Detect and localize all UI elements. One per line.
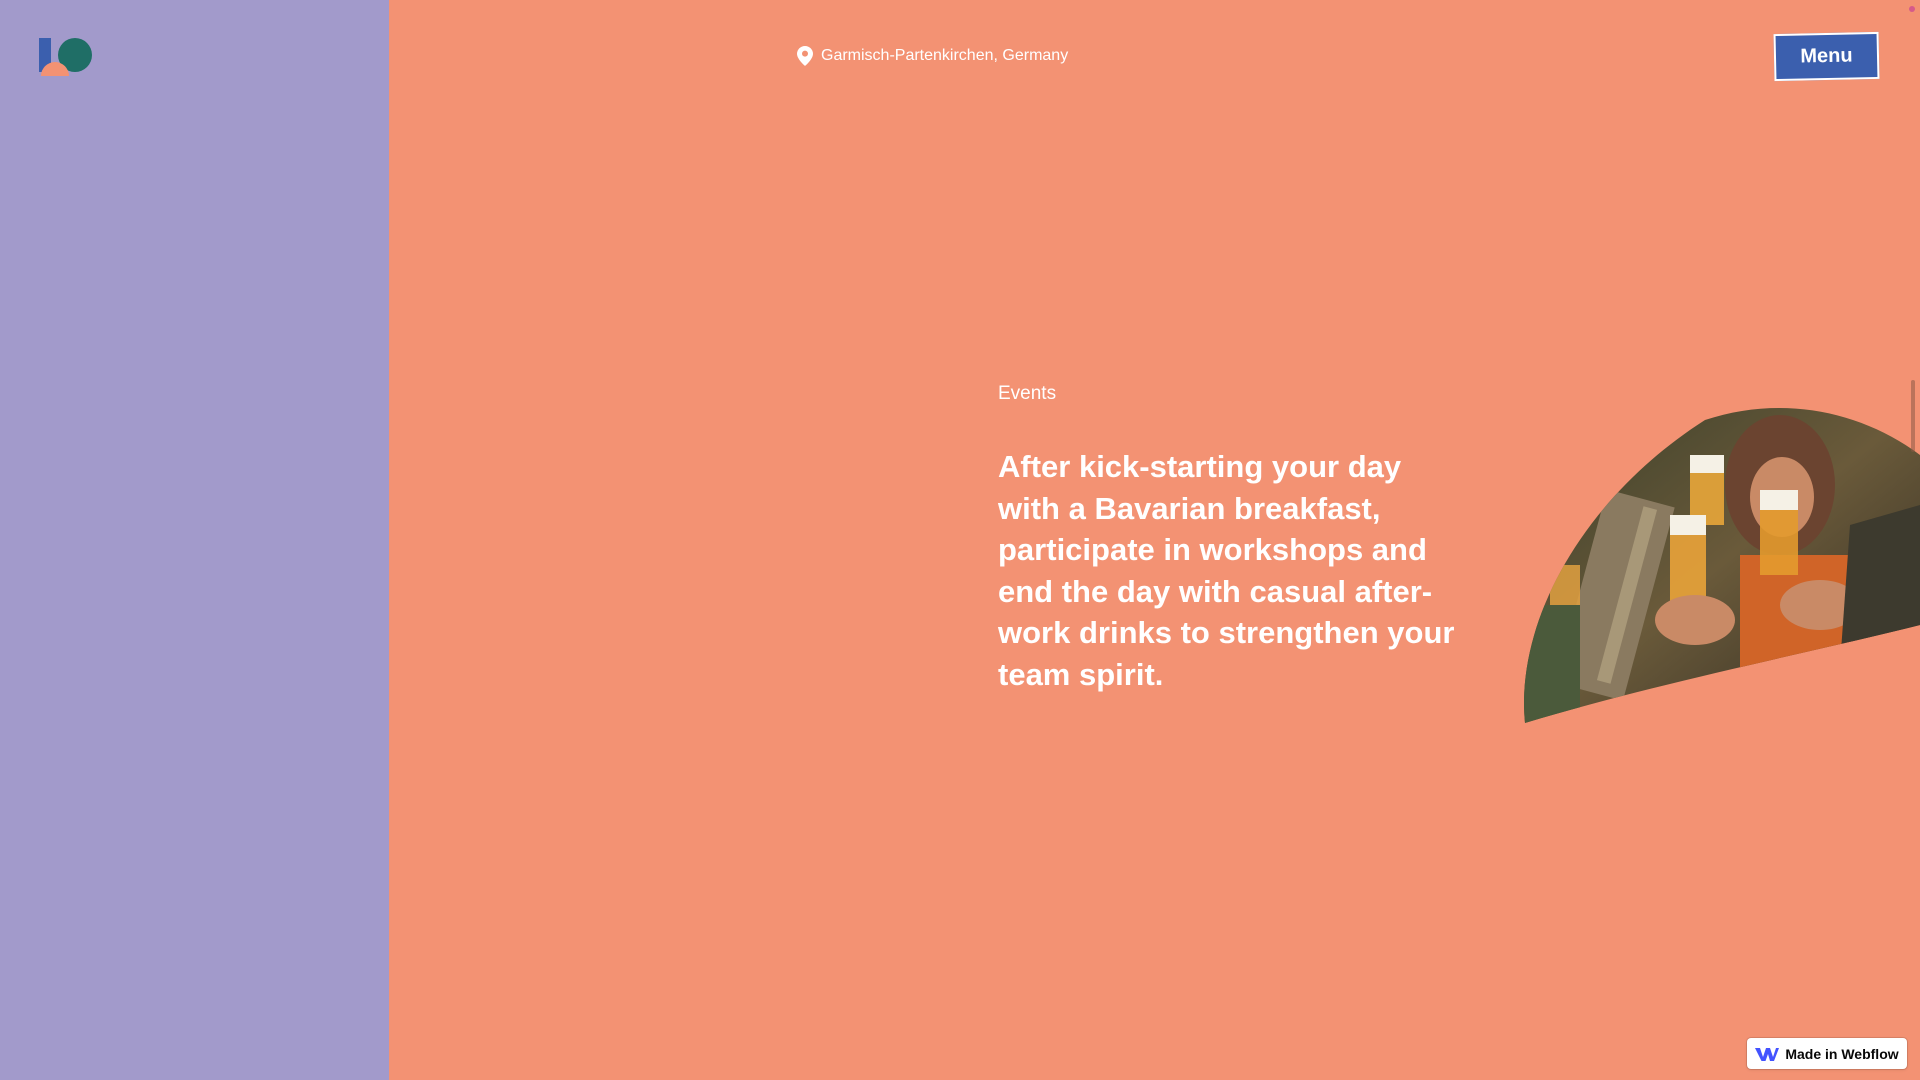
left-panel	[0, 0, 389, 1080]
headline: After kick-starting your day with a Bava…	[998, 449, 1455, 692]
map-pin-icon	[797, 46, 813, 66]
scroll-indicator[interactable]	[1911, 380, 1915, 452]
event-photo	[1523, 407, 1920, 723]
menu-button[interactable]: Menu	[1773, 31, 1880, 82]
made-in-webflow-badge[interactable]: Made in Webflow	[1747, 1038, 1907, 1069]
brand-logo[interactable]	[39, 38, 93, 76]
badge-label: Made in Webflow	[1785, 1045, 1899, 1062]
corner-dot	[1909, 6, 1915, 12]
section-label: Events	[998, 383, 1057, 404]
webflow-logo-icon	[1755, 1047, 1780, 1061]
page: Garmisch-Partenkirchen, Germany Menu Eve…	[0, 0, 1920, 1080]
location-text: Garmisch-Partenkirchen, Germany	[821, 47, 1069, 64]
location: Garmisch-Partenkirchen, Germany	[797, 46, 1068, 66]
